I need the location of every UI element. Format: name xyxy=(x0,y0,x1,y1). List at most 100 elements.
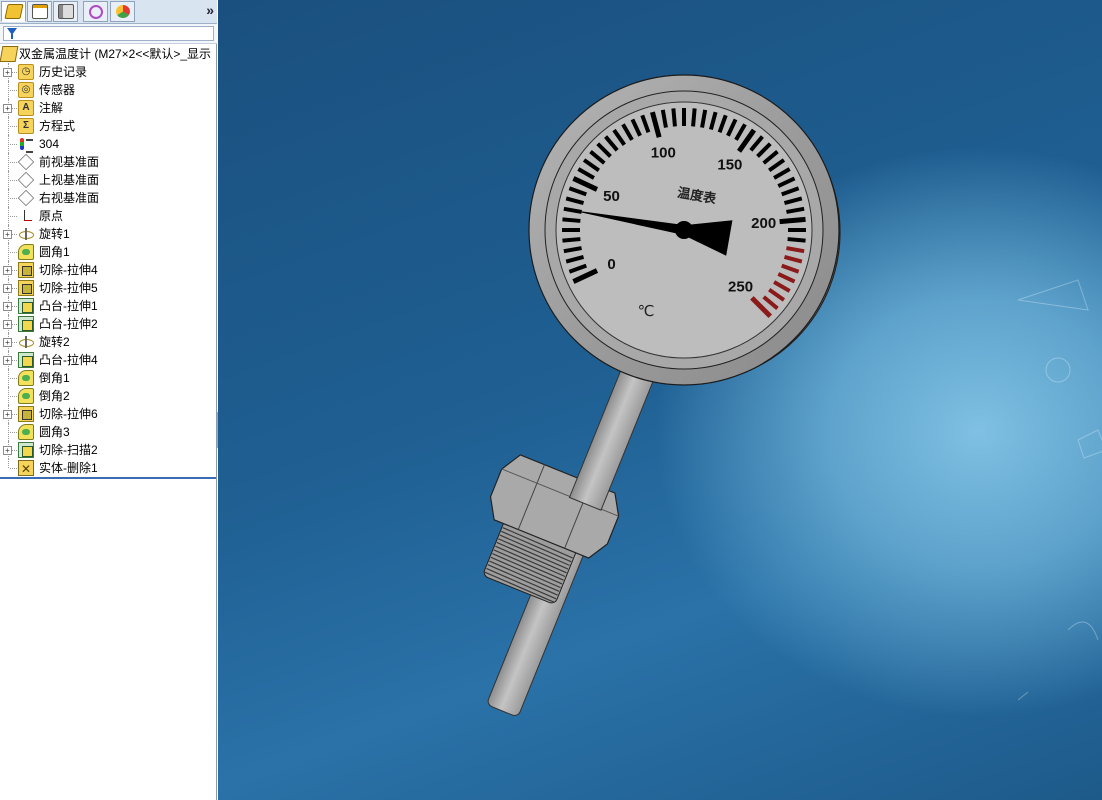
scale-label: 50 xyxy=(603,188,620,205)
tree-item-chamfer1[interactable]: 倒角1 xyxy=(0,369,216,387)
equation-folder-icon: Σ xyxy=(18,118,34,134)
tree-item-label: 传感器 xyxy=(39,83,76,97)
tab-display-manager[interactable] xyxy=(110,1,135,22)
scale-label: 0 xyxy=(607,256,615,273)
rollback-bar[interactable] xyxy=(0,477,216,479)
tree-item-sensors[interactable]: ◎ 传感器 xyxy=(0,81,216,99)
property-manager-icon xyxy=(31,4,48,19)
filter-input[interactable] xyxy=(3,26,214,41)
boss-extrude-icon xyxy=(18,316,34,332)
expand-toggle[interactable]: + xyxy=(3,410,12,419)
panel-tab-bar: » xyxy=(0,0,217,24)
needle-hub xyxy=(675,221,693,239)
tree-item-revolve1[interactable]: + 旋转1 xyxy=(0,225,216,243)
tree-item-cut-extrude6[interactable]: + 切除-拉伸6 xyxy=(0,405,216,423)
part-icon xyxy=(0,46,19,62)
cut-extrude-icon xyxy=(18,262,34,278)
tree-item-front-plane[interactable]: 前视基准面 xyxy=(0,153,216,171)
sensor-folder-icon: ◎ xyxy=(18,82,34,98)
scale-label: 250 xyxy=(728,279,753,296)
expand-toggle[interactable]: + xyxy=(3,230,12,239)
revolve-icon xyxy=(18,226,34,242)
scale-label: 150 xyxy=(717,156,742,173)
tree-item-origin[interactable]: 原点 xyxy=(0,207,216,225)
expand-toggle[interactable]: + xyxy=(3,284,12,293)
fillet-icon xyxy=(18,424,34,440)
graphics-viewport[interactable]: 0 50 100 150 200 250 温度表 ℃ xyxy=(218,0,1102,800)
origin-icon xyxy=(18,208,34,224)
chamfer-icon xyxy=(18,370,34,386)
feature-manager-panel: » 双金属温度计 (M27×2<<默认>_显示 + ◷ 历史记录 ◎ 传感器 +… xyxy=(0,0,217,800)
fillet-icon xyxy=(18,244,34,260)
tree-item-equations[interactable]: Σ 方程式 xyxy=(0,117,216,135)
plane-icon xyxy=(17,189,35,207)
annotation-folder-icon: A xyxy=(18,100,34,116)
tree-item-label: 实体-删除1 xyxy=(39,461,98,475)
tree-item-history[interactable]: + ◷ 历史记录 xyxy=(0,63,216,81)
scale-label: 200 xyxy=(751,215,776,232)
tree-item-annotations[interactable]: + A 注解 xyxy=(0,99,216,117)
tree-item-label: 304 xyxy=(39,137,60,151)
plane-icon xyxy=(17,171,35,189)
tree-item-label: 注解 xyxy=(39,101,64,115)
tree-item-label: 倒角2 xyxy=(39,389,70,403)
expand-toggle[interactable]: + xyxy=(3,266,12,275)
delete-body-icon xyxy=(18,460,34,478)
tab-dimxpert-manager[interactable] xyxy=(83,1,108,22)
minor-tick xyxy=(691,108,697,127)
tree-item-chamfer2[interactable]: 倒角2 xyxy=(0,387,216,405)
feature-manager-icon xyxy=(3,4,24,19)
tree-item-cut-extrude4[interactable]: + 切除-拉伸4 xyxy=(0,261,216,279)
expand-toggle[interactable]: + xyxy=(3,356,12,365)
tree-item-delete-body1[interactable]: 实体-删除1 xyxy=(0,459,216,478)
tree-item-fillet3[interactable]: 圆角3 xyxy=(0,423,216,441)
expand-toggle[interactable]: + xyxy=(3,104,12,113)
history-folder-icon: ◷ xyxy=(18,64,34,80)
dial-unit: ℃ xyxy=(638,302,655,320)
tree-item-label: 切除-扫描2 xyxy=(39,443,98,457)
tree-item-label: 切除-拉伸6 xyxy=(39,407,98,421)
display-manager-icon xyxy=(115,5,130,18)
tree-item-boss-extrude1[interactable]: + 凸台-拉伸1 xyxy=(0,297,216,315)
tree-item-material[interactable]: 304 xyxy=(0,135,216,153)
tree-item-label: 方程式 xyxy=(39,119,76,133)
tree-item-cut-extrude5[interactable]: + 切除-拉伸5 xyxy=(0,279,216,297)
tree-item-boss-extrude4[interactable]: + 凸台-拉伸4 xyxy=(0,351,216,369)
revolve-icon xyxy=(18,334,34,350)
expand-toggle[interactable]: + xyxy=(3,446,12,455)
dimxpert-icon xyxy=(88,4,103,19)
chamfer-icon xyxy=(18,388,34,404)
tree-item-label: 上视基准面 xyxy=(39,173,100,187)
tree-item-revolve2[interactable]: + 旋转2 xyxy=(0,333,216,351)
tree-item-cut-sweep2[interactable]: + 切除-扫描2 xyxy=(0,441,216,459)
tree-item-label: 凸台-拉伸2 xyxy=(39,317,98,331)
tree-item-label: 凸台-拉伸4 xyxy=(39,353,98,367)
scale-label: 100 xyxy=(651,145,676,162)
tab-feature-manager[interactable] xyxy=(1,1,26,22)
cut-extrude-icon xyxy=(18,280,34,296)
expand-toggle[interactable]: + xyxy=(3,338,12,347)
minor-tick xyxy=(562,217,581,223)
tree-root-part[interactable]: 双金属温度计 (M27×2<<默认>_显示 xyxy=(0,45,216,63)
tree-item-label: 原点 xyxy=(39,209,64,223)
tree-item-label: 旋转1 xyxy=(39,227,70,241)
minor-tick xyxy=(787,237,806,243)
tab-configuration-manager[interactable] xyxy=(53,1,78,22)
expand-toggle[interactable]: + xyxy=(3,68,12,77)
collapse-tabs-button[interactable]: » xyxy=(206,2,214,18)
filter-icon xyxy=(7,28,17,39)
minor-tick xyxy=(562,237,581,243)
tree-item-label: 右视基准面 xyxy=(39,191,100,205)
tree-item-right-plane[interactable]: 右视基准面 xyxy=(0,189,216,207)
tree-item-fillet1[interactable]: 圆角1 xyxy=(0,243,216,261)
tab-property-manager[interactable] xyxy=(27,1,52,22)
expand-toggle[interactable]: + xyxy=(3,302,12,311)
cut-extrude-icon xyxy=(18,406,34,422)
tree-item-label: 圆角3 xyxy=(39,425,70,439)
tree-item-top-plane[interactable]: 上视基准面 xyxy=(0,171,216,189)
feature-tree: 双金属温度计 (M27×2<<默认>_显示 + ◷ 历史记录 ◎ 传感器 + A… xyxy=(0,45,216,478)
tree-root-label: 双金属温度计 (M27×2<<默认>_显示 xyxy=(19,47,212,61)
expand-toggle[interactable]: + xyxy=(3,320,12,329)
tree-item-boss-extrude2[interactable]: + 凸台-拉伸2 xyxy=(0,315,216,333)
tree-item-label: 圆角1 xyxy=(39,245,70,259)
